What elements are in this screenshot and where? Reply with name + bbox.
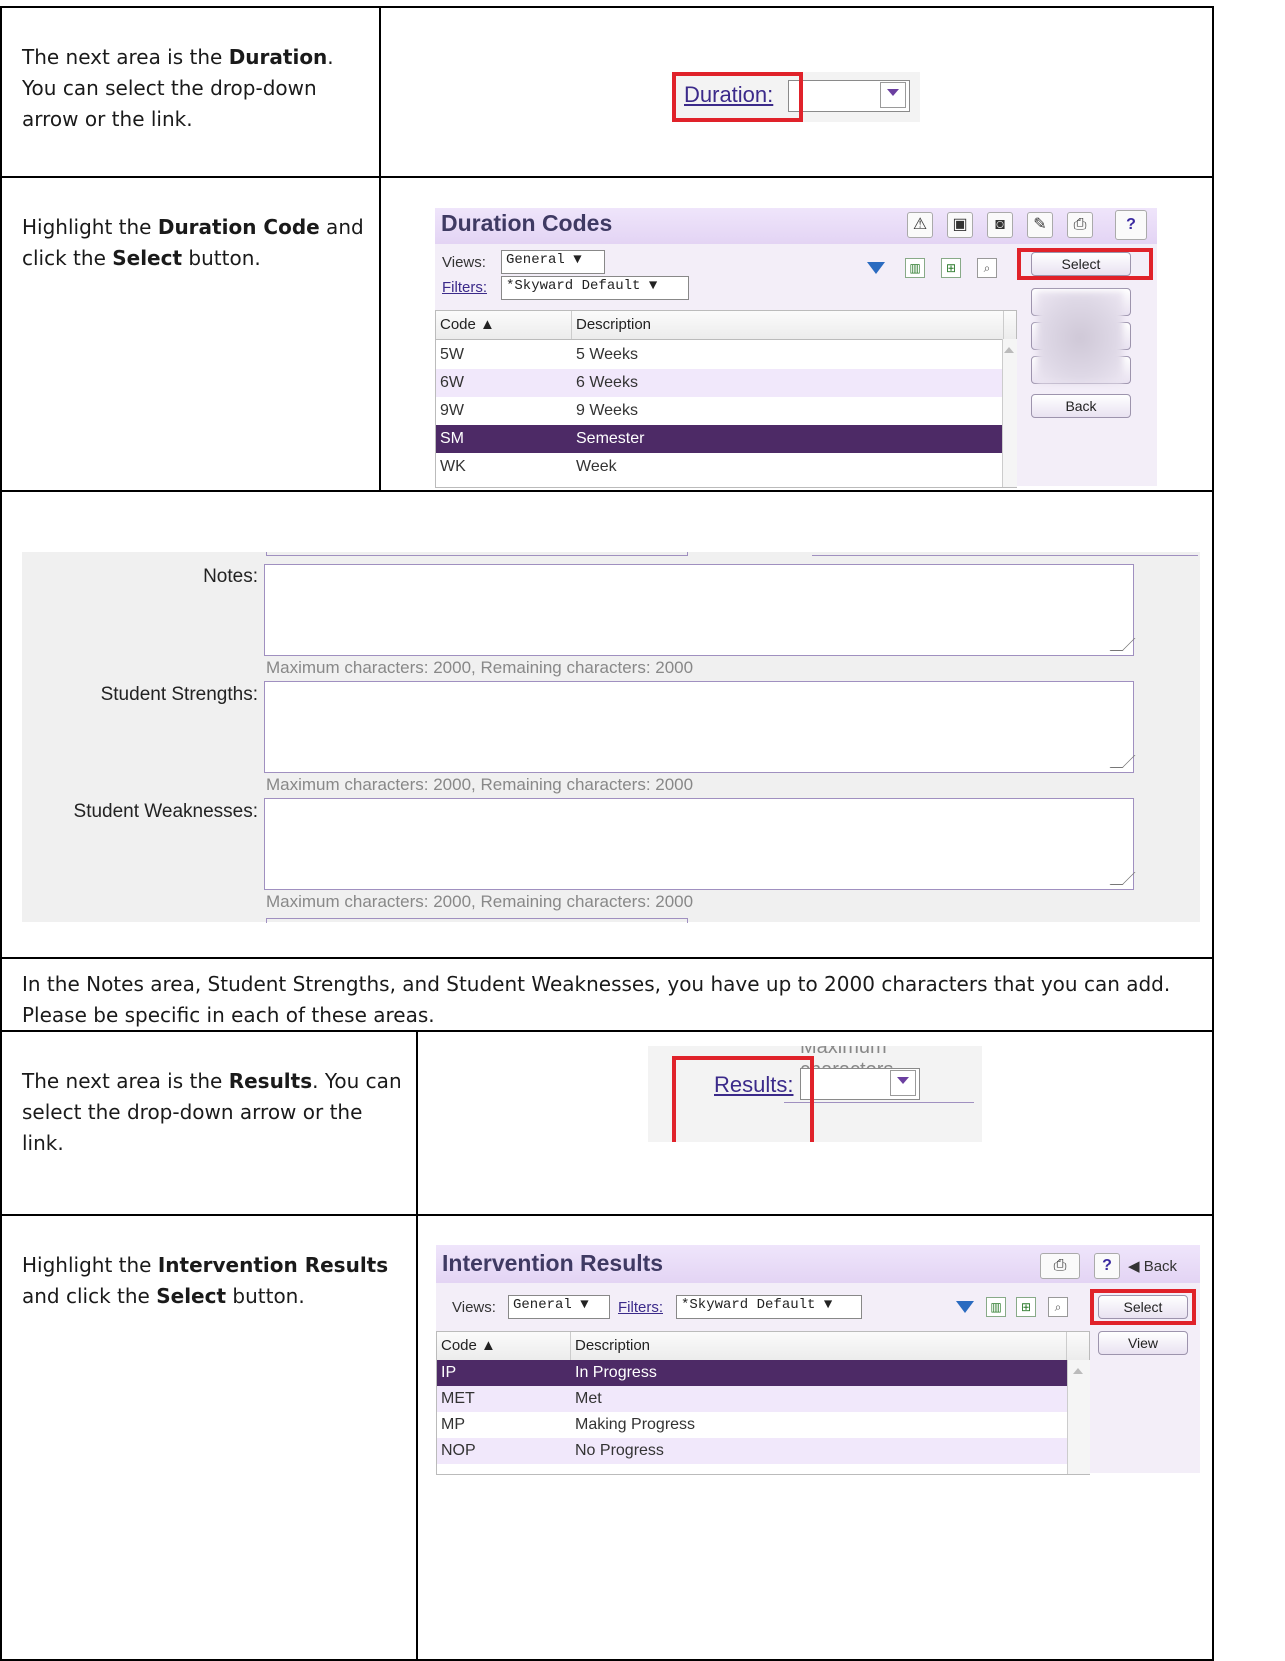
table-border-row3 bbox=[0, 957, 1214, 959]
preview-icon[interactable]: ⌕ bbox=[977, 258, 997, 278]
table-border-row2 bbox=[0, 490, 1214, 492]
export-icon[interactable]: ⊞ bbox=[1016, 1297, 1036, 1317]
resize-grip-icon[interactable] bbox=[1109, 638, 1136, 651]
resize-grip-icon[interactable] bbox=[1109, 872, 1136, 885]
notes-paragraph: In the Notes area, Student Strengths, an… bbox=[22, 972, 1171, 1027]
export-icon[interactable]: ⊞ bbox=[941, 258, 961, 278]
table-border-row1 bbox=[0, 176, 1214, 178]
column-header-description[interactable]: Description bbox=[571, 1332, 1067, 1360]
col-divider-1 bbox=[379, 6, 381, 492]
select-highlight-box bbox=[1090, 1289, 1196, 1325]
column-header-code[interactable]: Code ▲ bbox=[436, 311, 572, 339]
table-row[interactable]: 6W 6 Weeks bbox=[436, 369, 1002, 397]
filter-icon[interactable] bbox=[956, 1301, 974, 1313]
help-icon[interactable]: ? bbox=[1094, 1253, 1120, 1279]
table-row[interactable]: MET Met bbox=[437, 1386, 1067, 1412]
filter-icon[interactable] bbox=[867, 262, 885, 274]
document-page: The next area is the Duration. You can s… bbox=[0, 0, 1285, 1661]
redacted-region bbox=[1037, 292, 1123, 384]
views-label: Views: bbox=[442, 254, 486, 271]
table-border-left bbox=[0, 6, 2, 1661]
results-field-screenshot: Maximum characters Results: bbox=[648, 1046, 982, 1142]
panel-title: Intervention Results bbox=[442, 1250, 664, 1276]
chart-icon[interactable]: ▥ bbox=[986, 1297, 1006, 1317]
notes-form-screenshot: Notes: Maximum characters: 2000, Remaini… bbox=[22, 552, 1200, 923]
table-row[interactable]: WK Week bbox=[436, 453, 1002, 481]
notes-textarea[interactable] bbox=[264, 564, 1136, 656]
notes-icon[interactable]: ✎ bbox=[1027, 212, 1053, 238]
table-border-right bbox=[1212, 6, 1214, 1661]
panel-title: Duration Codes bbox=[441, 210, 613, 236]
camera-icon[interactable]: ◙ bbox=[987, 212, 1013, 238]
results-dropdown-arrow[interactable] bbox=[890, 1070, 916, 1096]
table-border-row5 bbox=[0, 1214, 1214, 1216]
views-label: Views: bbox=[452, 1299, 496, 1316]
duration-dropdown-arrow[interactable] bbox=[880, 82, 906, 108]
views-select[interactable]: General ▼ bbox=[501, 250, 605, 274]
duration-select-text: Highlight the Duration Code and click th… bbox=[22, 215, 364, 270]
highlight-box bbox=[672, 72, 803, 122]
chart-icon[interactable]: ▥ bbox=[905, 258, 925, 278]
table-scrollbar[interactable] bbox=[1002, 339, 1017, 487]
monitor-icon[interactable]: ▣ bbox=[947, 212, 973, 238]
table-row[interactable]: 5W 5 Weeks bbox=[436, 341, 1002, 369]
select-highlight-box bbox=[1017, 248, 1153, 280]
view-button[interactable]: View bbox=[1098, 1331, 1188, 1355]
alert-icon[interactable]: ⚠ bbox=[907, 212, 933, 238]
weaknesses-textarea[interactable] bbox=[264, 798, 1136, 890]
duration-codes-panel: Duration Codes ⚠ ▣ ◙ ✎ ⎙ ? Views: Genera… bbox=[435, 208, 1157, 488]
views-select[interactable]: General ▼ bbox=[508, 1295, 610, 1319]
intervention-results-panel: Intervention Results ⎙ ? ◀ Back Views: G… bbox=[436, 1245, 1200, 1475]
print-icon[interactable]: ⎙ bbox=[1067, 212, 1093, 238]
table-row[interactable]: NOP No Progress bbox=[437, 1438, 1067, 1464]
resize-grip-icon[interactable] bbox=[1109, 755, 1136, 768]
duration-codes-table: Code ▲ Description 5W 5 Weeks 6W 6 Weeks 9… bbox=[435, 310, 1017, 488]
table-border-top bbox=[0, 6, 1214, 8]
notes-label: Notes: bbox=[203, 566, 258, 587]
table-row-selected[interactable]: IP In Progress bbox=[437, 1360, 1067, 1386]
weaknesses-label: Student Weaknesses: bbox=[73, 801, 258, 822]
filters-select[interactable]: *Skyward Default ▼ bbox=[676, 1295, 862, 1319]
duration-field-screenshot: Duration: bbox=[672, 72, 920, 122]
notes-char-hint: Maximum characters: 2000, Remaining char… bbox=[266, 658, 694, 677]
table-row[interactable]: MP Making Progress bbox=[437, 1412, 1067, 1438]
filters-link[interactable]: Filters: bbox=[618, 1299, 663, 1316]
table-row-selected[interactable]: SM Semester bbox=[436, 425, 1002, 453]
col-divider-2 bbox=[416, 1030, 418, 1661]
preview-icon[interactable]: ⌕ bbox=[1048, 1297, 1068, 1317]
filters-link[interactable]: Filters: bbox=[442, 279, 487, 296]
scroll-up-arrow[interactable] bbox=[1004, 347, 1014, 353]
results-intro-text: The next area is the Results. You can se… bbox=[22, 1069, 402, 1155]
intervention-results-table: Code ▲ Description IP In Progress MET Met … bbox=[436, 1331, 1090, 1475]
strengths-textarea[interactable] bbox=[264, 681, 1136, 773]
duration-intro-text: The next area is the Duration. You can s… bbox=[22, 45, 334, 131]
help-icon[interactable]: ? bbox=[1115, 210, 1147, 240]
results-select-text: Highlight the Intervention Results and c… bbox=[22, 1253, 389, 1308]
filters-select[interactable]: *Skyward Default ▼ bbox=[501, 276, 689, 300]
print-icon[interactable]: ⎙ bbox=[1040, 1253, 1080, 1279]
bottom-cutoff-field bbox=[266, 918, 688, 923]
weaknesses-char-hint: Maximum characters: 2000, Remaining char… bbox=[266, 892, 694, 911]
column-header-description[interactable]: Description bbox=[572, 311, 1004, 339]
strengths-char-hint: Maximum characters: 2000, Remaining char… bbox=[266, 775, 694, 794]
back-button[interactable]: Back bbox=[1031, 394, 1131, 418]
scroll-up-arrow[interactable] bbox=[1073, 1368, 1083, 1374]
top-cutoff-field bbox=[266, 552, 688, 556]
table-scrollbar[interactable] bbox=[1067, 1360, 1090, 1474]
highlight-box bbox=[672, 1056, 814, 1142]
top-cutoff-field-2 bbox=[812, 552, 1198, 556]
table-row[interactable]: 9W 9 Weeks bbox=[436, 397, 1002, 425]
back-link[interactable]: ◀ Back bbox=[1128, 1257, 1177, 1275]
strengths-label: Student Strengths: bbox=[100, 684, 258, 705]
column-header-code[interactable]: Code ▲ bbox=[437, 1332, 571, 1360]
